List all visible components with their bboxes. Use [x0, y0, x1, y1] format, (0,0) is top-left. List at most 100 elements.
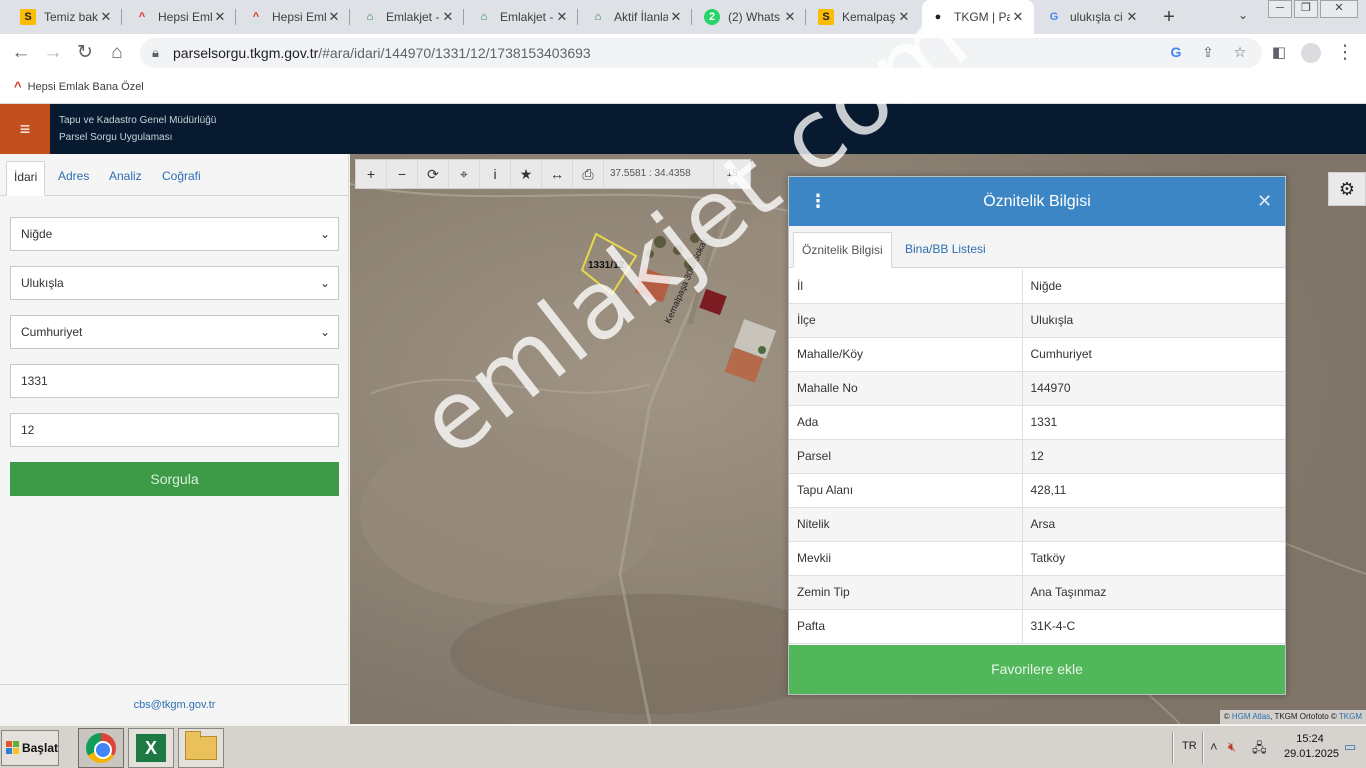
- attr-key: Tapu Alanı: [789, 473, 1023, 508]
- add-to-favorites-button[interactable]: Favorilere ekle: [789, 645, 1285, 694]
- sorgula-button[interactable]: Sorgula: [10, 462, 339, 496]
- zoom-in-icon[interactable]: +: [356, 160, 387, 188]
- kebab-menu-icon[interactable]: ⋮: [1332, 40, 1358, 66]
- close-icon[interactable]: ✕: [212, 9, 228, 25]
- taskbar-explorer[interactable]: [178, 728, 224, 768]
- tab-adres[interactable]: Adres: [51, 161, 96, 196]
- tab-bina-listesi[interactable]: Bina/BB Listesi: [897, 232, 994, 268]
- tab-oznitelik[interactable]: Öznitelik Bilgisi: [793, 232, 892, 268]
- back-icon[interactable]: ←: [8, 40, 34, 66]
- tab-idari[interactable]: İdari: [6, 161, 46, 196]
- profile-avatar[interactable]: [1298, 40, 1324, 66]
- tab-title: Emlakjet -: [500, 10, 554, 24]
- close-icon[interactable]: ✕: [440, 9, 456, 25]
- google-icon[interactable]: G: [1166, 44, 1186, 60]
- home-icon[interactable]: ⌂: [104, 40, 130, 66]
- ilce-select[interactable]: Ulukışla ⌄: [10, 266, 339, 300]
- kebab-menu-icon[interactable]: ⋮: [809, 188, 827, 214]
- tab-search-icon[interactable]: ⌄: [1238, 8, 1248, 22]
- browser-tab[interactable]: 2 (2) Whats ✕: [696, 0, 806, 34]
- browser-tab[interactable]: S Temiz bakı ✕: [12, 0, 122, 34]
- share-icon[interactable]: ⇪: [1198, 44, 1218, 61]
- close-icon[interactable]: ✕: [554, 9, 570, 25]
- forward-icon[interactable]: →: [40, 40, 66, 66]
- start-button[interactable]: Başlat: [1, 730, 59, 766]
- zoom-out-icon[interactable]: −: [387, 160, 418, 188]
- table-row: Mahalle/Köy Cumhuriyet: [789, 337, 1285, 372]
- locate-icon[interactable]: ⌖: [449, 160, 480, 188]
- panel-title: Öznitelik Bilgisi: [983, 193, 1091, 210]
- tab-title: (2) Whats: [728, 10, 781, 24]
- close-icon[interactable]: ✕: [98, 9, 114, 25]
- lock-icon[interactable]: 🔒︎: [152, 45, 159, 61]
- network-icon[interactable]: 🖧︎: [1252, 739, 1267, 761]
- attr-key: Mahalle/Köy: [789, 337, 1023, 372]
- language-indicator[interactable]: TR: [1182, 740, 1197, 752]
- browser-tab[interactable]: ^ Hepsi Emla ✕: [126, 0, 236, 34]
- attr-value: Ana Taşınmaz: [1022, 575, 1285, 610]
- star-icon[interactable]: ☆: [1230, 44, 1250, 61]
- print-icon[interactable]: ⎙: [573, 160, 604, 188]
- attr-value: Niğde: [1022, 269, 1285, 304]
- attr-key: İlçe: [789, 303, 1023, 338]
- tab-title: ulukışla ci: [1070, 10, 1123, 24]
- address-bar[interactable]: 🔒︎ parselsorgu.tkgm.gov.tr/#ara/idari/14…: [140, 38, 1262, 68]
- clock[interactable]: 15:24 29.01.2025: [1284, 732, 1339, 762]
- google-icon: G: [1049, 11, 1059, 23]
- s-icon: S: [20, 9, 36, 25]
- house-icon: ⌂: [594, 11, 602, 23]
- contact-email-link[interactable]: cbs@tkgm.gov.tr: [0, 684, 349, 724]
- il-select[interactable]: Niğde ⌄: [10, 217, 339, 251]
- browser-tab[interactable]: ⌂ Emlakjet - ✕: [354, 0, 464, 34]
- chrome-icon: [86, 733, 116, 763]
- tray-separator: [1202, 732, 1204, 764]
- refresh-icon[interactable]: ⟳: [418, 160, 449, 188]
- browser-tab[interactable]: ^ Hepsi Emla ✕: [240, 0, 350, 34]
- house-icon: ⌂: [366, 11, 374, 23]
- whatsapp-icon: 2: [704, 9, 720, 25]
- bookmark-item[interactable]: ^ Hepsi Emlak Bana Özel: [14, 79, 144, 94]
- gear-icon[interactable]: ⚙: [1328, 172, 1366, 206]
- attr-value: Cumhuriyet: [1022, 337, 1285, 372]
- close-icon[interactable]: ✕: [1010, 9, 1026, 25]
- hamburger-menu-icon[interactable]: ≡: [0, 104, 50, 154]
- taskbar-chrome[interactable]: [78, 728, 124, 768]
- tab-cografi[interactable]: Coğrafi: [155, 161, 208, 196]
- excel-icon: X: [136, 734, 166, 762]
- taskbar-excel[interactable]: X: [128, 728, 174, 768]
- minimize-button[interactable]: ─: [1268, 0, 1292, 18]
- browser-tab[interactable]: G ulukışla ci ✕: [1038, 0, 1148, 34]
- window-close-button[interactable]: ✕: [1320, 0, 1358, 18]
- url-text[interactable]: parselsorgu.tkgm.gov.tr/#ara/idari/14497…: [173, 45, 591, 61]
- attr-value: Ulukışla: [1022, 303, 1285, 338]
- attr-key: Ada: [789, 405, 1023, 440]
- tkgm-link[interactable]: TKGM: [1339, 712, 1362, 721]
- parsel-input[interactable]: 12: [10, 413, 339, 447]
- close-icon[interactable]: ✕: [668, 9, 684, 25]
- close-icon[interactable]: ✕: [1124, 9, 1140, 25]
- mahalle-select[interactable]: Cumhuriyet ⌄: [10, 315, 339, 349]
- tab-title: Hepsi Emla: [158, 10, 212, 24]
- speaker-muted-icon[interactable]: 🔇︎: [1228, 739, 1236, 755]
- browser-tab[interactable]: ⌂ Emlakjet - ✕: [468, 0, 578, 34]
- info-icon[interactable]: i: [480, 160, 511, 188]
- chevron-up-icon[interactable]: ˄: [1210, 739, 1218, 754]
- new-tab-button[interactable]: +: [1158, 6, 1180, 28]
- close-icon[interactable]: ✕: [1257, 189, 1272, 213]
- restore-button[interactable]: ❐: [1294, 0, 1318, 18]
- measure-icon[interactable]: ↔: [542, 160, 573, 188]
- mahalle-value: Cumhuriyet: [21, 325, 83, 339]
- close-icon[interactable]: ✕: [326, 9, 342, 25]
- close-icon[interactable]: ✕: [782, 9, 798, 25]
- show-desktop-icon[interactable]: ▭: [1344, 739, 1356, 755]
- ada-input[interactable]: 1331: [10, 364, 339, 398]
- star-icon[interactable]: ★: [511, 160, 542, 188]
- browser-tab-strip: S Temiz bakı ✕ ^ Hepsi Emla ✕ ^ Hepsi Em…: [0, 0, 1366, 34]
- hgm-atlas-link[interactable]: HGM Atlas: [1232, 712, 1270, 721]
- s-icon: S: [818, 9, 834, 25]
- side-panel-icon[interactable]: ◧: [1266, 40, 1292, 66]
- reload-icon[interactable]: ↻: [72, 40, 98, 66]
- tab-analiz[interactable]: Analiz: [102, 161, 149, 196]
- tray-separator: [1172, 732, 1174, 764]
- browser-tab[interactable]: ⌂ Aktif İlanla ✕: [582, 0, 692, 34]
